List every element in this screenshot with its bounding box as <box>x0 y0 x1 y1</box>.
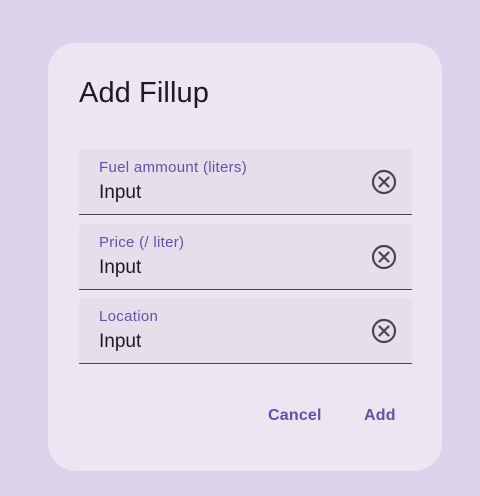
clear-fuel-amount-button[interactable] <box>370 168 398 196</box>
location-label: Location <box>99 308 159 325</box>
price-input[interactable]: Input <box>99 257 141 279</box>
price-label: Price (/ liter) <box>99 234 185 251</box>
add-fillup-dialog: Add Fillup Fuel ammount (liters) Input P… <box>48 43 442 471</box>
fuel-amount-label: Fuel ammount (liters) <box>99 159 248 176</box>
dialog-title: Add Fillup <box>79 77 209 109</box>
add-button[interactable]: Add <box>364 405 396 427</box>
clear-circle-icon <box>371 169 397 195</box>
cancel-button[interactable]: Cancel <box>268 405 322 427</box>
fuel-amount-input[interactable]: Input <box>99 182 141 204</box>
price-field[interactable]: Price (/ liter) Input <box>79 224 412 290</box>
clear-circle-icon <box>371 244 397 270</box>
location-field[interactable]: Location Input <box>79 298 412 364</box>
clear-price-button[interactable] <box>370 243 398 271</box>
clear-location-button[interactable] <box>370 317 398 345</box>
clear-circle-icon <box>371 318 397 344</box>
location-input[interactable]: Input <box>99 331 141 353</box>
fuel-amount-field[interactable]: Fuel ammount (liters) Input <box>79 149 412 215</box>
